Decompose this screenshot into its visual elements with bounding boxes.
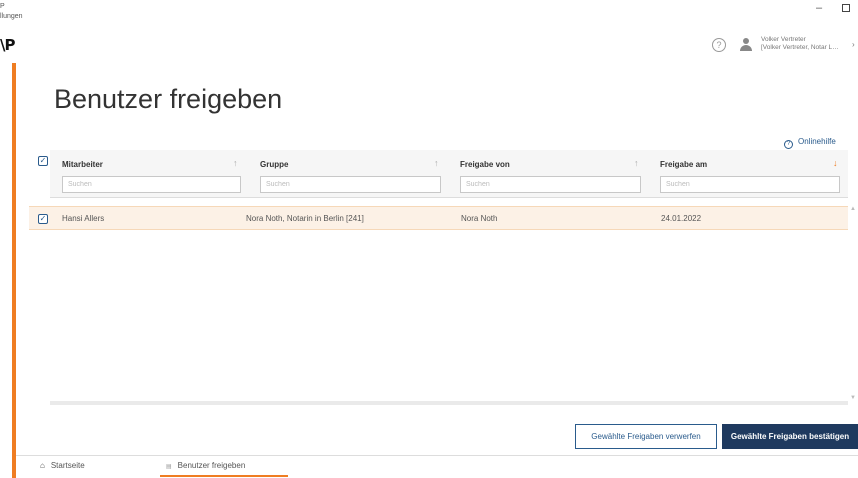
chevron-right-icon[interactable]: › bbox=[852, 40, 855, 49]
column-header-gruppe[interactable]: Gruppe bbox=[260, 160, 288, 169]
row-checkbox[interactable]: ✓ bbox=[38, 214, 48, 224]
column-header-freigabe-von[interactable]: Freigabe von bbox=[460, 160, 510, 169]
cell-freigabe-am: 24.01.2022 bbox=[661, 214, 702, 223]
sort-arrow-icon[interactable]: ↑ bbox=[233, 158, 238, 168]
menu-fragment[interactable]: llungen bbox=[0, 12, 23, 21]
question-circle-icon: ? bbox=[784, 140, 793, 149]
column-header-mitarbeiter[interactable]: Mitarbeiter bbox=[62, 160, 103, 169]
select-all-checkbox[interactable]: ✓ bbox=[38, 156, 48, 166]
column-header-freigabe-am[interactable]: Freigabe am bbox=[660, 160, 707, 169]
cell-mitarbeiter: Hansi Allers bbox=[62, 214, 105, 223]
user-name: Volker Vertreter bbox=[761, 36, 806, 43]
user-icon-head bbox=[743, 38, 749, 44]
filter-input-freigabe-von[interactable] bbox=[460, 176, 641, 193]
horizontal-scrollbar[interactable] bbox=[50, 401, 848, 405]
document-icon: ▤ bbox=[166, 464, 172, 470]
cell-gruppe: Nora Noth, Notarin in Berlin [241] bbox=[246, 214, 364, 223]
scroll-up-arrow-icon[interactable]: ▲ bbox=[850, 206, 856, 212]
user-icon-body bbox=[740, 45, 752, 51]
tab-benutzer-freigeben[interactable]: ▤ Benutzer freigeben bbox=[160, 456, 288, 477]
page-title: Benutzer freigeben bbox=[54, 84, 283, 114]
user-icon[interactable] bbox=[739, 38, 753, 52]
tab-startseite[interactable]: ⌂ Startseite bbox=[40, 456, 85, 477]
sort-arrow-icon[interactable]: ↓ bbox=[833, 158, 838, 168]
table-row[interactable]: ✓ Hansi Allers Nora Noth, Notarin in Ber… bbox=[29, 206, 848, 230]
app-title-fragment: P bbox=[0, 3, 5, 10]
user-menu[interactable]: Volker Vertreter [Volker Vertreter, Nota… bbox=[761, 36, 839, 52]
tab-bar-divider bbox=[16, 455, 858, 456]
reject-selected-button[interactable]: Gewählte Freigaben verwerfen bbox=[575, 424, 717, 449]
app-logo: \P bbox=[0, 36, 16, 54]
accent-bar bbox=[12, 63, 16, 478]
sort-arrow-icon[interactable]: ↑ bbox=[434, 158, 439, 168]
online-help-link[interactable]: ? Onlinehilfe bbox=[784, 137, 836, 149]
maximize-button[interactable] bbox=[842, 4, 850, 12]
filter-input-mitarbeiter[interactable] bbox=[62, 176, 241, 193]
user-role: [Volker Vertreter, Notar L… bbox=[761, 44, 839, 51]
table-header: Mitarbeiter ↑ Gruppe ↑ Freigabe von ↑ Fr… bbox=[50, 150, 848, 198]
help-icon[interactable]: ? bbox=[712, 38, 726, 52]
filter-input-freigabe-am[interactable] bbox=[660, 176, 840, 193]
confirm-selected-button[interactable]: Gewählte Freigaben bestätigen bbox=[722, 424, 858, 449]
scroll-down-arrow-icon[interactable]: ▼ bbox=[850, 395, 856, 401]
online-help-label: Onlinehilfe bbox=[798, 137, 836, 146]
home-icon: ⌂ bbox=[40, 461, 45, 470]
tab-label: Benutzer freigeben bbox=[177, 461, 246, 470]
filter-input-gruppe[interactable] bbox=[260, 176, 441, 193]
cell-freigabe-von: Nora Noth bbox=[461, 214, 498, 223]
minimize-button[interactable]: – bbox=[816, 2, 822, 14]
sort-arrow-icon[interactable]: ↑ bbox=[634, 158, 639, 168]
tab-label: Startseite bbox=[50, 461, 85, 470]
